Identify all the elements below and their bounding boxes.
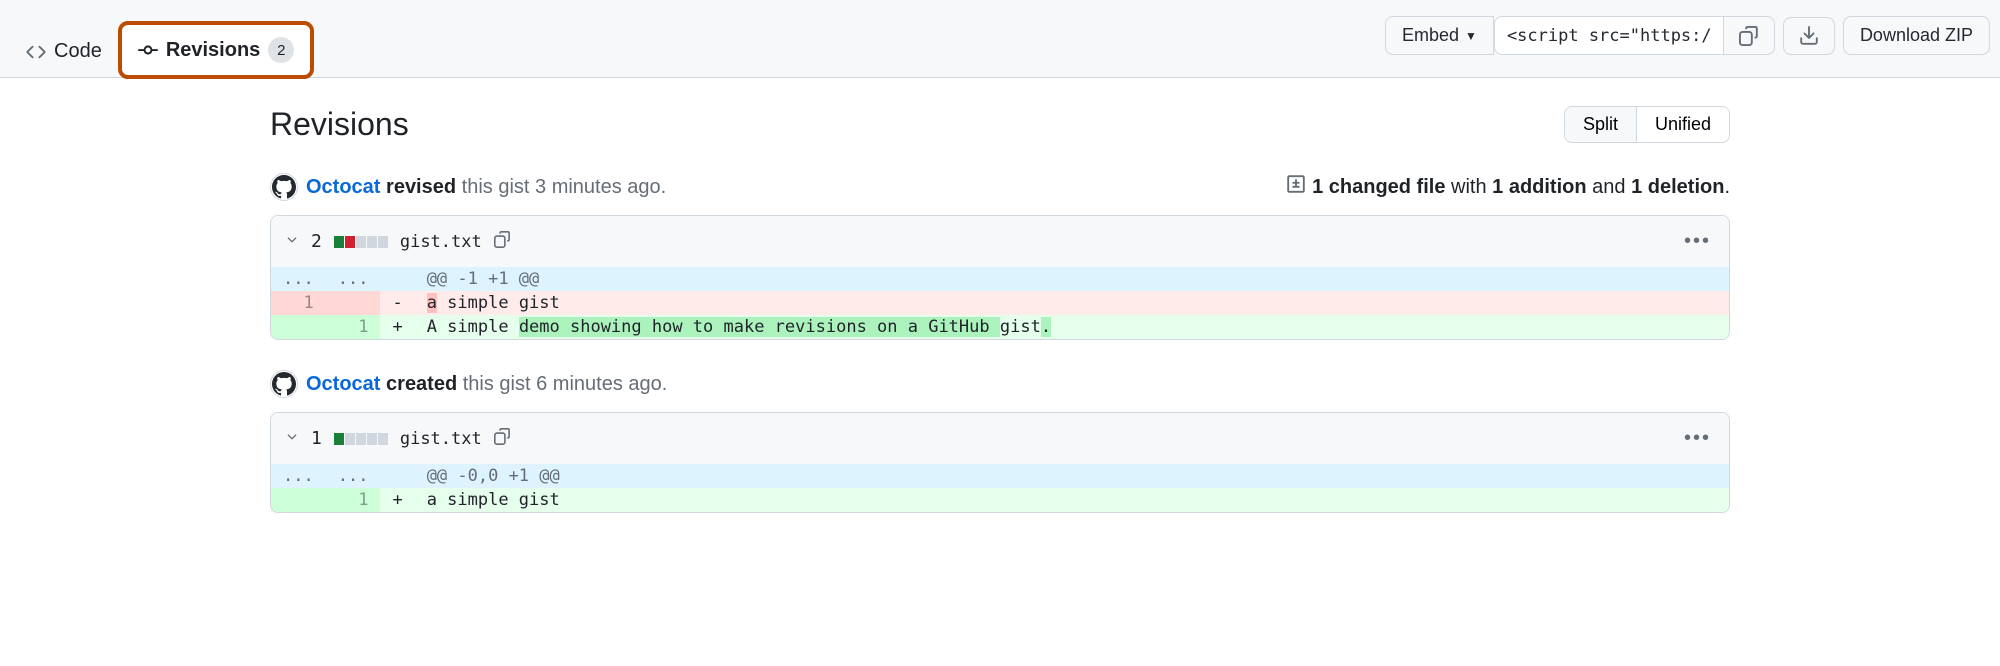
old-line-no [271,315,326,339]
user-link[interactable]: Octocat [306,176,380,198]
embed-group: Embed ▼ [1385,16,1775,55]
hunk-text: @@ -0,0 +1 @@ [415,464,1729,488]
collapse-toggle[interactable] [285,428,299,449]
diff-table: ......@@ -1 +1 @@1-a simple gist1+A simp… [271,267,1729,339]
diff-code: a simple gist [415,488,1729,512]
diff-box: 1gist.txt•••......@@ -0,0 +1 @@1+a simpl… [270,412,1730,513]
diff-line: 1+a simple gist [271,488,1729,512]
split-view-button[interactable]: Split [1565,107,1636,142]
diffstat-summary: 1 changed file with 1 addition and 1 del… [1286,174,1730,200]
old-line-no [271,488,326,512]
page-header: Revisions Split Unified [270,106,1730,143]
diff-file-header: 1 gist.txt ••• [271,413,1729,464]
copy-icon [1739,26,1759,46]
embed-snippet-input[interactable] [1494,16,1724,55]
old-line-no: 1 [271,291,326,315]
hunk-header: ......@@ -1 +1 @@ [271,267,1729,291]
new-line-no: 1 [326,315,381,339]
revision-time: 6 minutes ago. [536,373,667,395]
desktop-download-icon [1799,26,1819,46]
new-line-no [326,291,381,315]
code-icon [26,42,46,62]
revision-object: this gist [462,176,535,198]
file-actions-menu[interactable]: ••• [1680,226,1715,257]
caret-down-icon: ▼ [1465,29,1477,43]
diffstat-bar [334,236,388,248]
download-zip-label: Download ZIP [1860,25,1973,46]
revision-time: 3 minutes ago. [535,176,666,198]
revision-header: Octocat revised this gist 3 minutes ago.… [270,173,1730,201]
diff-box: 2gist.txt•••......@@ -1 +1 @@1-a simple … [270,215,1730,340]
tabs: Code Revisions 2 [10,4,314,77]
embed-label: Embed [1402,25,1459,46]
revision-action: created [386,373,457,395]
filename[interactable]: gist.txt [400,429,482,449]
filename[interactable]: gist.txt [400,232,482,252]
toolbar-right: Embed ▼ Download ZIP [1385,16,1990,55]
collapse-toggle[interactable] [285,231,299,252]
revision-object: this gist [463,373,536,395]
git-commit-icon [138,40,158,60]
hunk-header: ......@@ -0,0 +1 @@ [271,464,1729,488]
file-actions-menu[interactable]: ••• [1680,423,1715,454]
diff-file-header: 2 gist.txt ••• [271,216,1729,267]
tab-revisions-label: Revisions [166,39,260,62]
desktop-download-button[interactable] [1783,17,1835,55]
revision: Octocat created this gist 6 minutes ago.… [270,370,1730,513]
diff-line: 1 -a simple gist [271,291,1729,315]
diffstat-bar [334,433,388,445]
copy-filename-button[interactable] [494,428,511,450]
hunk-text: @@ -1 +1 @@ [415,267,1729,291]
file-diff-icon [1286,174,1306,200]
revisions-count-badge: 2 [268,37,294,63]
diff-view-toggle: Split Unified [1564,106,1730,143]
main-content: Revisions Split Unified Octocat revised … [270,78,1730,583]
embed-dropdown[interactable]: Embed ▼ [1385,16,1494,55]
diff-table: ......@@ -0,0 +1 @@1+a simple gist [271,464,1729,512]
diff-code: A simple demo showing how to make revisi… [415,315,1729,339]
tab-revisions[interactable]: Revisions 2 [118,21,314,79]
change-count: 2 [311,231,322,252]
revision-action: revised [386,176,456,198]
diff-line: 1+A simple demo showing how to make revi… [271,315,1729,339]
user-link[interactable]: Octocat [306,373,380,395]
revision: Octocat revised this gist 3 minutes ago.… [270,173,1730,340]
tab-code[interactable]: Code [10,28,118,77]
diff-marker: + [380,315,414,339]
avatar[interactable] [270,173,298,201]
top-tab-bar: Code Revisions 2 Embed ▼ Download ZIP [0,0,2000,78]
download-zip-button[interactable]: Download ZIP [1843,16,1990,55]
tab-code-label: Code [54,40,102,63]
revision-header: Octocat created this gist 6 minutes ago. [270,370,1730,398]
avatar[interactable] [270,370,298,398]
copy-embed-button[interactable] [1723,16,1775,55]
unified-view-button[interactable]: Unified [1636,107,1729,142]
change-count: 1 [311,428,322,449]
diff-code: a simple gist [415,291,1729,315]
diff-marker: - [380,291,414,315]
new-line-no: 1 [326,488,381,512]
diff-marker: + [380,488,414,512]
copy-filename-button[interactable] [494,231,511,253]
page-title: Revisions [270,106,409,143]
